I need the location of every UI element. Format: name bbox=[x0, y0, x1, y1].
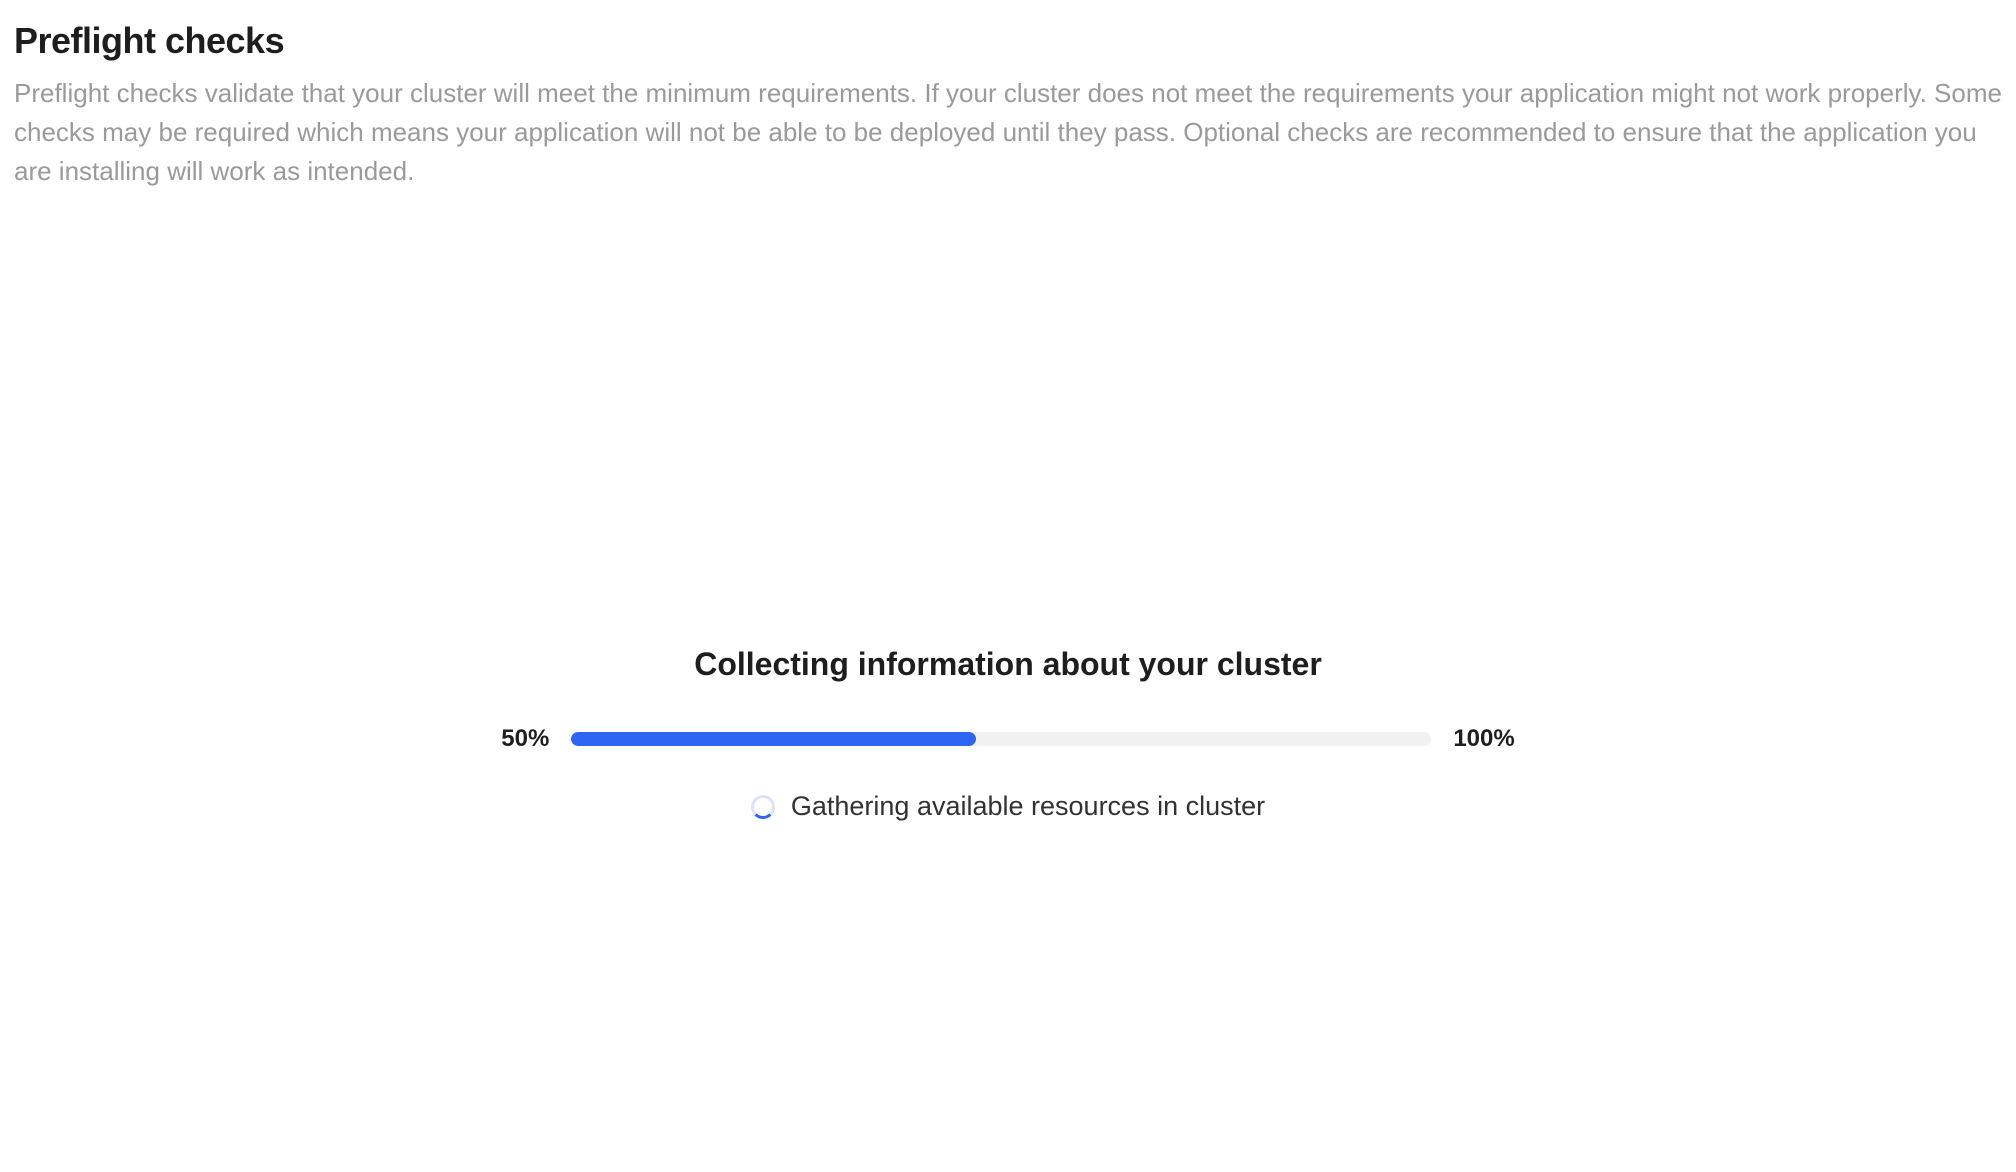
progress-bar-fill bbox=[571, 732, 975, 746]
progress-section: Collecting information about your cluste… bbox=[14, 646, 2002, 822]
page-title: Preflight checks bbox=[14, 20, 2002, 62]
progress-row: 50% 100% bbox=[501, 725, 1514, 753]
status-row: Gathering available resources in cluster bbox=[751, 791, 1265, 822]
progress-title: Collecting information about your cluste… bbox=[694, 646, 1322, 683]
status-text: Gathering available resources in cluster bbox=[791, 791, 1265, 822]
progress-bar bbox=[571, 732, 1431, 746]
spinner-icon bbox=[751, 795, 775, 819]
page-description: Preflight checks validate that your clus… bbox=[14, 74, 2002, 191]
progress-left-label: 50% bbox=[501, 725, 549, 753]
progress-right-label: 100% bbox=[1453, 725, 1514, 753]
